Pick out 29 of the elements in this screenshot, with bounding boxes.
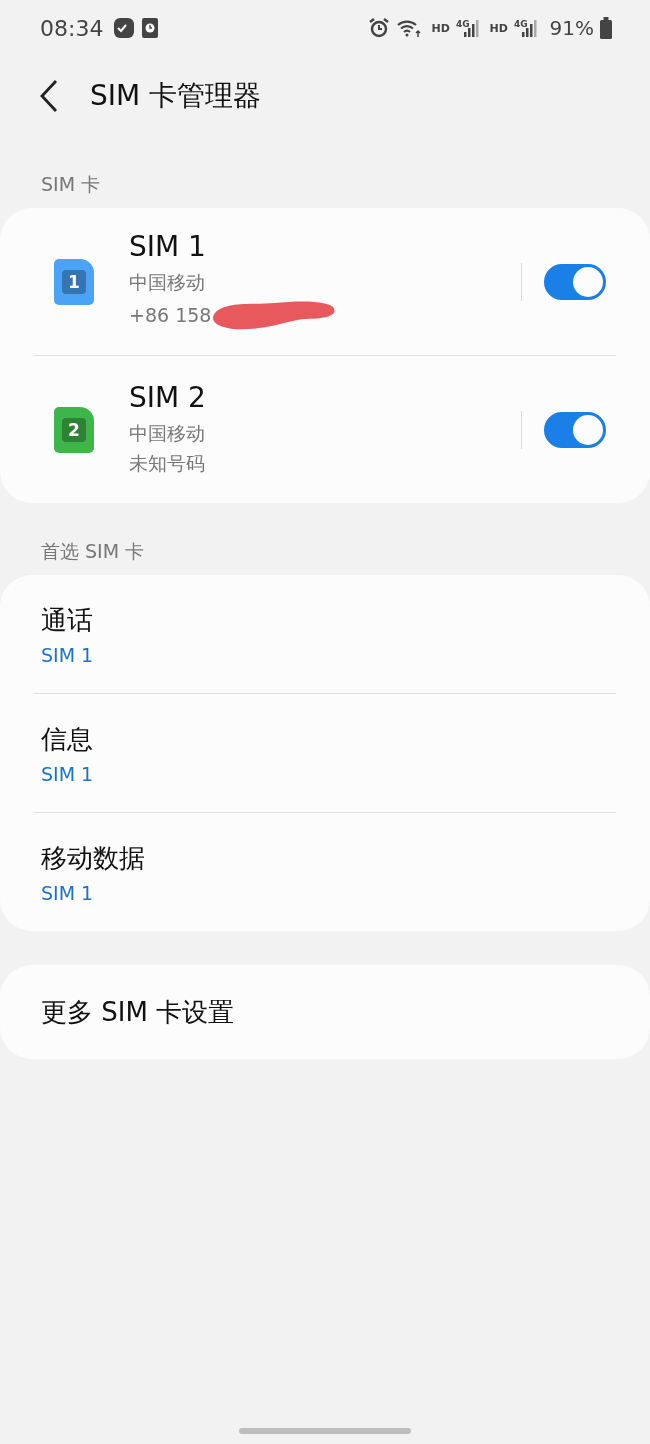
carrier-name: 中国移动 [129,421,206,446]
alarm-icon [367,17,390,39]
toggle-switch[interactable] [544,263,606,300]
phone-number: +86 158 [129,303,212,328]
battery-icon [600,17,612,39]
sim-name: SIM 2 [129,381,207,414]
hd-label: HD [489,21,508,35]
sim-name: SIM 1 [129,230,207,263]
wifi-icon [395,18,422,38]
more-settings-item[interactable]: 更多 SIM 卡设置 [0,965,650,1059]
network-label: 4G [455,19,470,29]
clock-icon [141,17,160,39]
checklist-icon [113,17,136,39]
toggle-switch[interactable] [544,411,606,448]
network-label: 4G [513,19,528,29]
status-time: 08:34 [40,15,104,41]
preference-item[interactable]: 移动数据 SIM 1 [0,813,650,931]
preference-item[interactable]: 信息 SIM 1 [0,694,650,812]
sim-card-icon: 1 [54,258,94,305]
phone-number: 未知号码 [129,451,205,476]
back-button[interactable] [38,79,60,113]
sim-card-icon: 2 [54,406,94,453]
hd-label: HD [431,21,450,35]
section-header: SIM 卡 [40,172,102,197]
carrier-name: 中国移动 [129,270,206,295]
page-title: SIM 卡管理器 [90,78,262,114]
battery-percent: 91% [549,16,594,40]
section-header: 首选 SIM 卡 [40,539,146,564]
preference-item[interactable]: 通话 SIM 1 [0,575,650,693]
